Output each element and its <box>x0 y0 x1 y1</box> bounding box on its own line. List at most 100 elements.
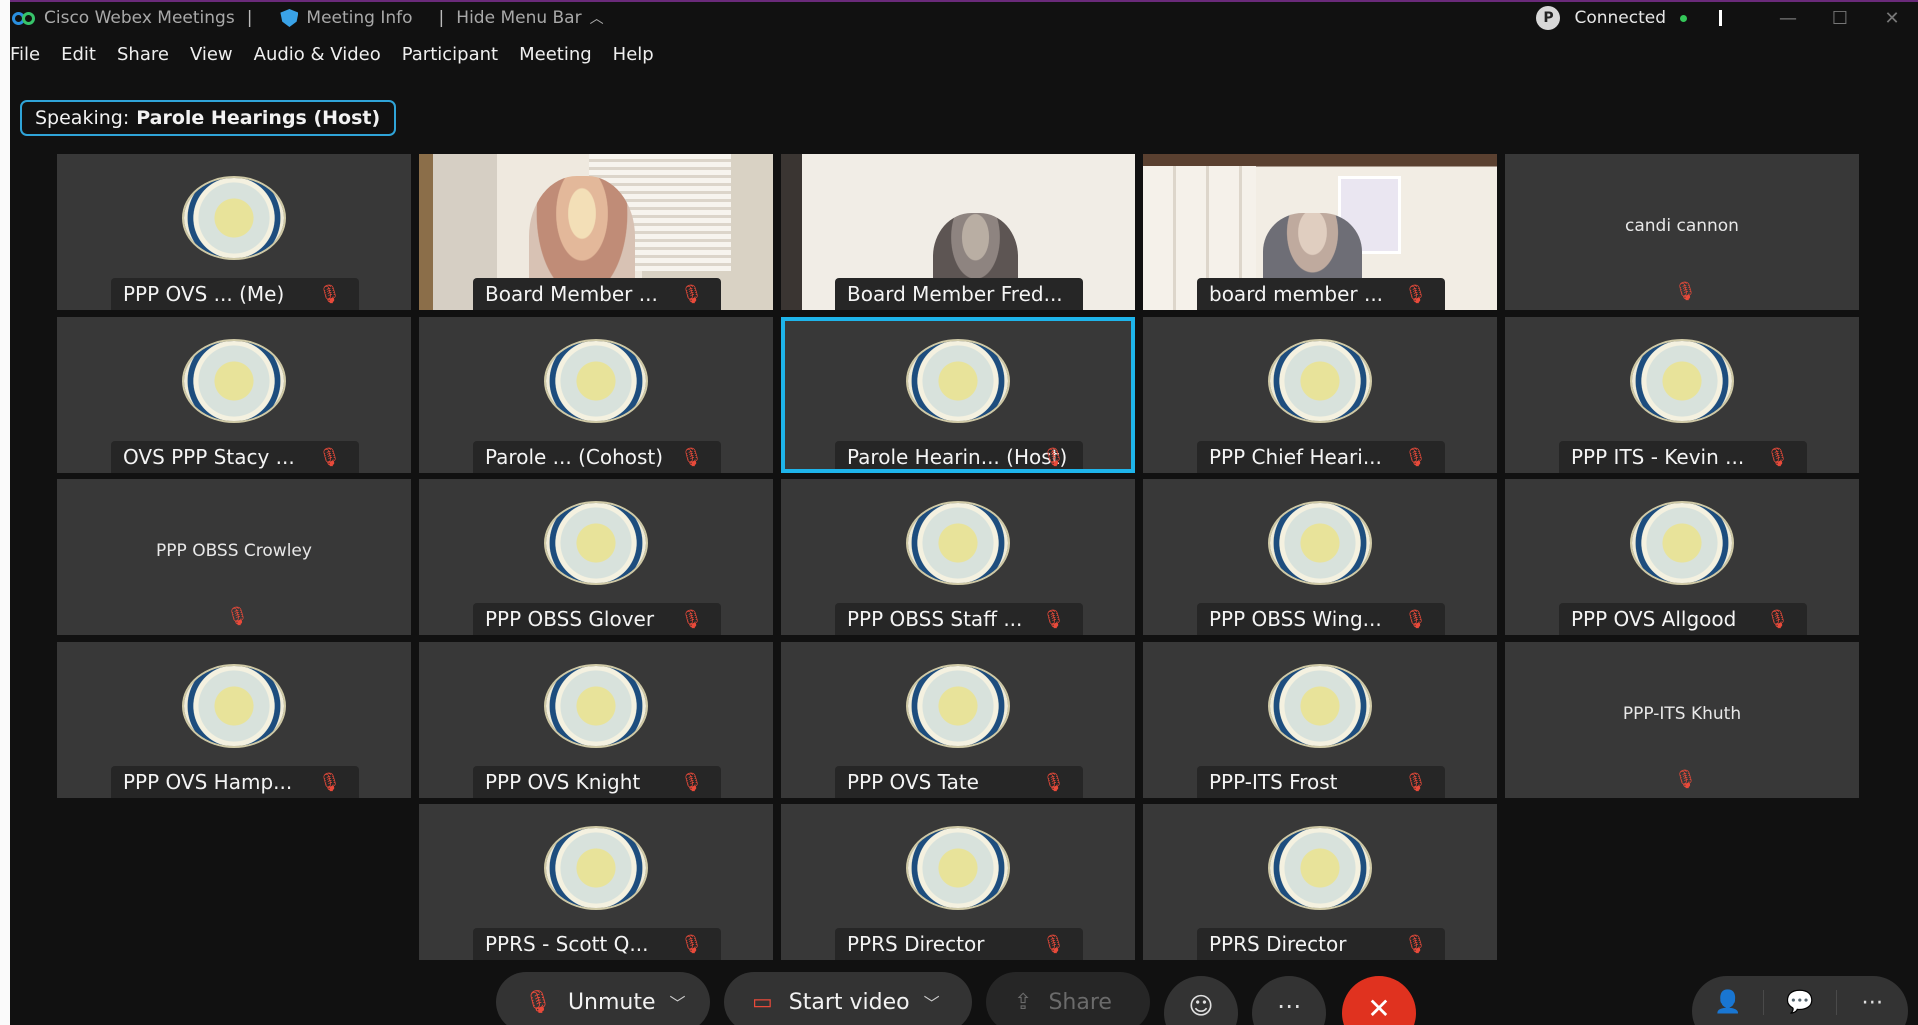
mic-off-icon: 🎙 <box>1042 447 1065 468</box>
menu-item-meeting[interactable]: Meeting <box>519 44 592 72</box>
mic-off-icon: 🎙 <box>1404 772 1427 793</box>
speaking-indicator: Speaking: Parole Hearings (Host) <box>20 100 396 136</box>
participant-tile[interactable]: board member ... 🎙 <box>1143 154 1497 310</box>
chevron-down-icon[interactable]: ﹀ <box>670 990 686 1014</box>
maximize-button[interactable]: ☐ <box>1814 8 1866 29</box>
ellipsis-icon: ⋯ <box>1277 992 1301 1020</box>
participant-tile[interactable]: PPP OBSS Staff ... 🎙 <box>781 479 1135 635</box>
menu-item-audio-video[interactable]: Audio & Video <box>254 44 381 72</box>
participant-nameplate: PPP OBSS Wing... 🎙 <box>1197 603 1445 635</box>
participant-tile[interactable]: Parole ... (Cohost) 🎙 <box>419 317 773 473</box>
participant-tile[interactable]: PPP OVS ... (Me) 🎙 <box>57 154 411 310</box>
mic-off-icon: 🎙 <box>1042 609 1065 630</box>
agency-seal-avatar <box>546 666 646 746</box>
mic-off-icon: 🎙 <box>1042 772 1065 793</box>
title-bar-divider <box>1719 10 1722 26</box>
app-title: Cisco Webex Meetings <box>44 8 235 28</box>
participant-tile[interactable]: Board Member Fred... <box>781 154 1135 310</box>
participant-name: PPP OBSS Wing... <box>1209 607 1382 631</box>
participant-name: Parole ... (Cohost) <box>485 445 664 469</box>
agency-seal-avatar <box>1632 341 1732 421</box>
chevron-down-icon[interactable]: ﹀ <box>924 990 940 1014</box>
agency-seal-avatar <box>184 341 284 421</box>
title-separator: | <box>246 8 253 28</box>
participant-tile[interactable]: PPRS Director 🎙 <box>781 804 1135 960</box>
participant-name: Board Member ... <box>485 282 658 306</box>
menu-item-view[interactable]: View <box>190 44 233 72</box>
menu-item-participant[interactable]: Participant <box>402 44 498 72</box>
video-off-icon: ▭ <box>752 989 773 1015</box>
agency-seal-avatar <box>908 828 1008 908</box>
participant-tile[interactable]: candi cannon 🎙 <box>1505 154 1859 310</box>
participant-tile[interactable]: PPRS Director 🎙 <box>1143 804 1497 960</box>
unmute-button[interactable]: 🎙 Unmute ﹀ <box>496 972 710 1025</box>
participant-nameplate: PPP OVS Knight 🎙 <box>473 766 721 798</box>
participant-name: OVS PPP Stacy ... <box>123 445 295 469</box>
webex-meeting-window: Cisco Webex Meetings | Meeting Info | Hi… <box>0 0 1918 1025</box>
menu-item-help[interactable]: Help <box>613 44 654 72</box>
share-icon: ⇪ <box>1014 989 1033 1015</box>
participant-tile[interactable]: PPP OBSS Wing... 🎙 <box>1143 479 1497 635</box>
participant-nameplate: PPRS Director 🎙 <box>1197 928 1445 960</box>
more-panels-icon[interactable]: ⋯ <box>1837 990 1908 1015</box>
participant-name: PPP ITS - Kevin ... <box>1571 445 1745 469</box>
participant-tile[interactable]: PPP OBSS Crowley 🎙 <box>57 479 411 635</box>
participant-tile[interactable]: PPP OVS Hamp... 🎙 <box>57 642 411 798</box>
menu-item-file[interactable]: File <box>10 44 40 72</box>
mic-off-icon: 🎙 <box>1674 769 1697 790</box>
participant-tile[interactable]: Board Member ... 🎙 <box>419 154 773 310</box>
participant-tile[interactable]: PPP ITS - Kevin ... 🎙 <box>1505 317 1859 473</box>
end-meeting-button[interactable]: ✕ <box>1342 976 1416 1025</box>
panel-buttons: 👤 💬 ⋯ <box>1692 976 1908 1025</box>
participant-nameplate: Board Member ... 🎙 <box>473 278 721 310</box>
participant-name: PPP-ITS Khuth <box>1622 704 1742 724</box>
hide-menu-bar-button[interactable]: | Hide Menu Bar ︿ <box>439 8 604 28</box>
meeting-toolbar: 🎙 Unmute ﹀ ▭ Start video ﹀ ⇪ Share ☺ ⋯ ✕… <box>0 972 1918 1025</box>
participant-name: PPP-ITS Frost <box>1209 770 1338 794</box>
start-video-button[interactable]: ▭ Start video ﹀ <box>724 972 972 1025</box>
minimize-button[interactable]: — <box>1762 8 1814 29</box>
mic-off-icon: 🎙 <box>1404 609 1427 630</box>
share-button[interactable]: ⇪ Share <box>986 972 1150 1025</box>
participant-tile[interactable]: OVS PPP Stacy ... 🎙 <box>57 317 411 473</box>
agency-seal-avatar <box>1270 341 1370 421</box>
meeting-info-button[interactable]: Meeting Info <box>280 8 413 28</box>
chat-icon[interactable]: 💬 <box>1764 990 1837 1015</box>
participant-tile[interactable]: PPP OVS Tate 🎙 <box>781 642 1135 798</box>
more-options-button[interactable]: ⋯ <box>1252 976 1326 1025</box>
meeting-info-label: Meeting Info <box>306 8 413 28</box>
participant-nameplate: PPP OBSS Staff ... 🎙 <box>835 603 1083 635</box>
participant-name: PPRS Director <box>847 932 985 956</box>
window-left-edge <box>0 0 10 1025</box>
share-label: Share <box>1048 989 1112 1015</box>
participant-tile[interactable]: PPP-ITS Frost 🎙 <box>1143 642 1497 798</box>
agency-seal-avatar <box>1632 503 1732 583</box>
mic-off-icon: 🎙 <box>680 772 703 793</box>
participant-tile[interactable]: PPRS - Scott Q... 🎙 <box>419 804 773 960</box>
participant-nameplate: board member ... 🎙 <box>1197 278 1445 310</box>
agency-seal-avatar <box>184 666 284 746</box>
participant-tile[interactable]: PPP-ITS Khuth 🎙 <box>1505 642 1859 798</box>
close-button[interactable]: ✕ <box>1866 8 1918 29</box>
mic-off-icon: 🎙 <box>680 447 703 468</box>
participant-nameplate: Parole ... (Cohost) 🎙 <box>473 441 721 473</box>
menu-item-share[interactable]: Share <box>117 44 169 72</box>
participant-name: PPP OBSS Crowley <box>156 541 312 561</box>
agency-seal-avatar <box>1270 828 1370 908</box>
participant-nameplate: Board Member Fred... <box>835 278 1083 310</box>
agency-seal-avatar <box>546 828 646 908</box>
participant-tile[interactable]: PPP OVS Allgood 🎙 <box>1505 479 1859 635</box>
reactions-button[interactable]: ☺ <box>1164 976 1238 1025</box>
participant-name: board member ... <box>1209 282 1384 306</box>
participant-tile[interactable]: Parole Hearin... (Host) 🎙 <box>781 317 1135 473</box>
participant-tile[interactable]: PPP OVS Knight 🎙 <box>419 642 773 798</box>
participant-tile[interactable]: PPP OBSS Glover 🎙 <box>419 479 773 635</box>
participants-icon[interactable]: 👤 <box>1692 990 1765 1015</box>
menu-item-edit[interactable]: Edit <box>61 44 96 72</box>
participant-tile[interactable]: PPP Chief Heari... 🎙 <box>1143 317 1497 473</box>
connection-icon[interactable]: P <box>1536 6 1561 30</box>
participant-nameplate: PPP OVS Hamp... 🎙 <box>111 766 359 798</box>
title-separator: | <box>438 8 445 28</box>
connected-dot-icon <box>1680 14 1687 22</box>
mic-off-icon: 🎙 <box>318 284 341 305</box>
